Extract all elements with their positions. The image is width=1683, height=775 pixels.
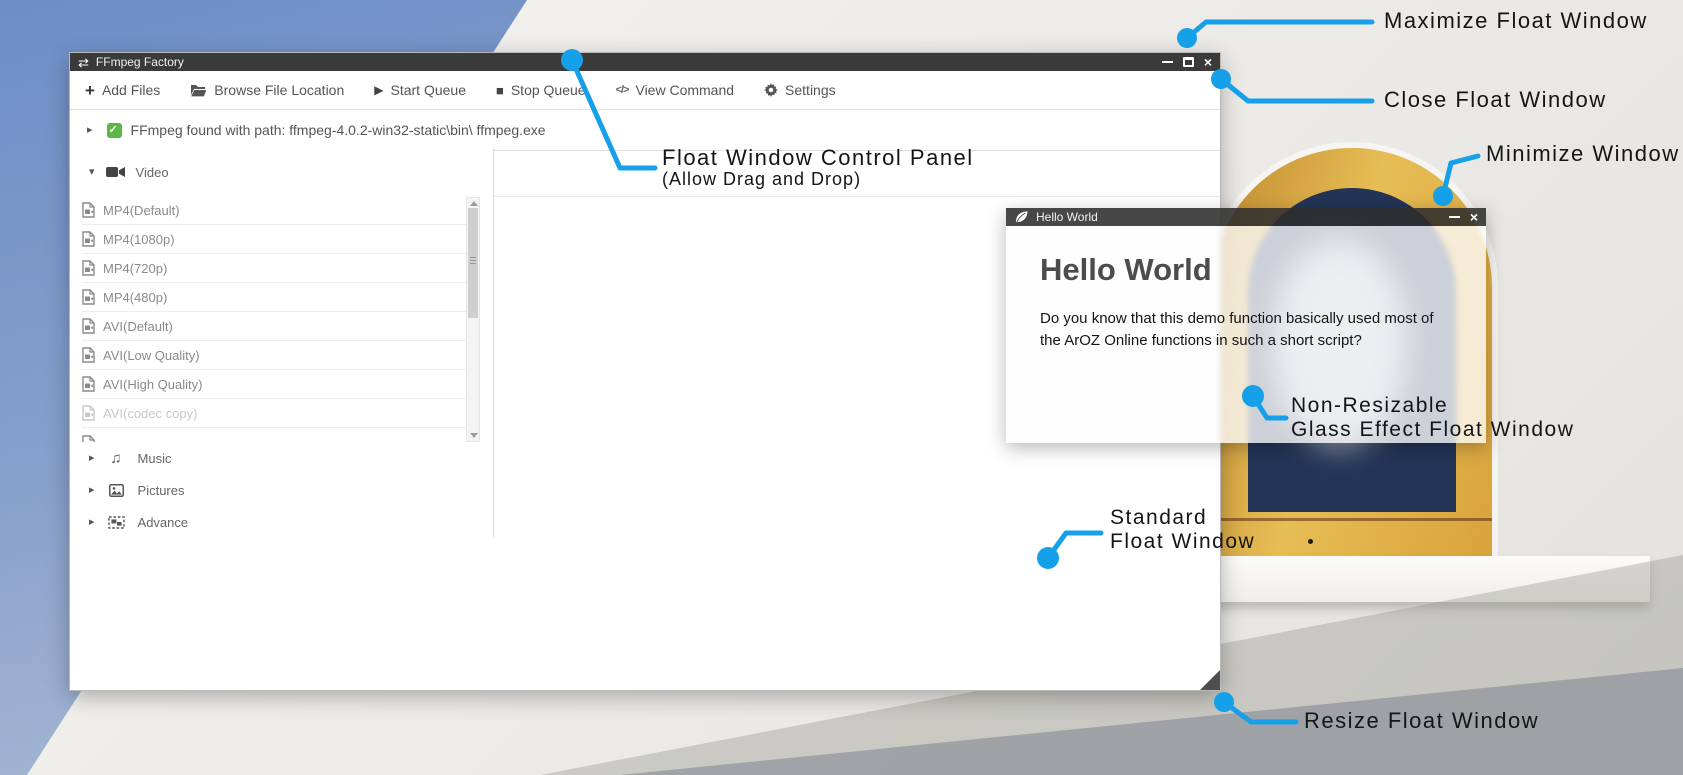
resize-grip[interactable] bbox=[1200, 670, 1220, 690]
ffmpeg-window-title: FFmpeg Factory bbox=[96, 55, 184, 69]
maximize-button[interactable] bbox=[1183, 57, 1194, 67]
swap-arrows-icon: ⇄ bbox=[78, 56, 89, 69]
expander-collapsed-icon: ▸ bbox=[89, 453, 95, 464]
ffmpeg-toolbar: + Add Files Browse File Location ▶ Start… bbox=[70, 71, 1220, 110]
list-item[interactable]: MP4(480p) bbox=[82, 283, 466, 312]
list-item[interactable]: MP4(720p) bbox=[82, 254, 466, 283]
desktop: ⇄ FFmpeg Factory × + Add Files Browse Fi… bbox=[0, 0, 1683, 775]
check-icon bbox=[107, 123, 122, 138]
expander-collapsed-icon: ▸ bbox=[89, 485, 95, 496]
annotation-minimize: Minimize Window bbox=[1486, 142, 1680, 166]
gear-icon bbox=[764, 83, 778, 97]
list-item[interactable]: AVI(High Quality) bbox=[82, 370, 466, 399]
sidebar-item-music[interactable]: ▸ ♫ Music bbox=[70, 442, 494, 474]
minimize-button[interactable] bbox=[1449, 212, 1460, 222]
close-icon[interactable]: × bbox=[1470, 212, 1478, 222]
play-icon: ▶ bbox=[374, 84, 383, 96]
annotation-maximize: Maximize Float Window bbox=[1384, 9, 1648, 33]
list-item[interactable]: AVI(Low Quality) bbox=[82, 341, 466, 370]
ffmpeg-status-row[interactable]: ▸ FFmpeg found with path: ffmpeg-4.0.2-w… bbox=[70, 110, 1220, 151]
scroll-up-icon[interactable] bbox=[470, 201, 478, 206]
object-group-icon bbox=[107, 516, 126, 529]
scrollbar-thumb[interactable] bbox=[468, 208, 478, 318]
picture-icon bbox=[107, 484, 126, 497]
code-icon: </> bbox=[616, 85, 629, 96]
music-note-icon: ♫ bbox=[107, 451, 126, 466]
scroll-down-icon[interactable] bbox=[470, 433, 478, 438]
scrollbar[interactable] bbox=[466, 197, 480, 442]
list-item[interactable] bbox=[82, 428, 466, 442]
list-item[interactable]: AVI(Default) bbox=[82, 312, 466, 341]
hello-world-heading: Hello World bbox=[1040, 252, 1486, 288]
preset-sidebar: ▾ Video MP4(Default) MP4(1080p) MP4(720p bbox=[70, 148, 494, 538]
browse-file-location-button[interactable]: Browse File Location bbox=[190, 82, 344, 98]
settings-button[interactable]: Settings bbox=[764, 82, 836, 98]
ffmpeg-path-status: FFmpeg found with path: ffmpeg-4.0.2-win… bbox=[131, 122, 546, 138]
add-files-button[interactable]: + Add Files bbox=[85, 82, 160, 99]
plus-icon: + bbox=[85, 82, 95, 99]
video-preset-list: MP4(Default) MP4(1080p) MP4(720p) MP4(48… bbox=[70, 196, 494, 442]
expander-expanded-icon: ▾ bbox=[89, 167, 95, 178]
ffmpeg-titlebar[interactable]: ⇄ FFmpeg Factory × bbox=[70, 53, 1220, 71]
sidebar-item-advance[interactable]: ▸ Advance bbox=[70, 506, 494, 538]
photo-window-sill bbox=[1203, 556, 1650, 602]
start-queue-button[interactable]: ▶ Start Queue bbox=[374, 82, 466, 98]
hello-world-body: Hello World Do you know that this demo f… bbox=[1006, 226, 1486, 443]
close-icon[interactable]: × bbox=[1204, 57, 1212, 67]
hello-world-titlebar[interactable]: Hello World × bbox=[1006, 208, 1486, 226]
list-item[interactable]: MP4(1080p) bbox=[82, 225, 466, 254]
minimize-button[interactable] bbox=[1162, 57, 1173, 67]
stop-icon: ■ bbox=[496, 84, 504, 97]
leaf-icon bbox=[1014, 210, 1029, 224]
annotation-close: Close Float Window bbox=[1384, 88, 1607, 112]
folder-open-icon bbox=[190, 84, 207, 97]
hello-world-window: Hello World × Hello World Do you know th… bbox=[1006, 208, 1486, 443]
stop-queue-button[interactable]: ■ Stop Queue bbox=[496, 82, 586, 98]
expander-collapsed-icon[interactable]: ▸ bbox=[87, 125, 93, 136]
hello-world-text: Do you know that this demo function basi… bbox=[1040, 308, 1454, 352]
video-camera-icon bbox=[106, 166, 125, 178]
sidebar-item-pictures[interactable]: ▸ Pictures bbox=[70, 474, 494, 506]
expander-collapsed-icon: ▸ bbox=[89, 517, 95, 528]
list-item[interactable]: MP4(Default) bbox=[82, 196, 466, 225]
annotation-resize: Resize Float Window bbox=[1304, 709, 1539, 733]
hello-world-title: Hello World bbox=[1036, 210, 1098, 224]
video-section-header[interactable]: ▾ Video bbox=[70, 148, 493, 196]
list-item[interactable]: AVI(codec copy) bbox=[82, 399, 466, 428]
view-command-button[interactable]: </> View Command bbox=[616, 82, 734, 98]
